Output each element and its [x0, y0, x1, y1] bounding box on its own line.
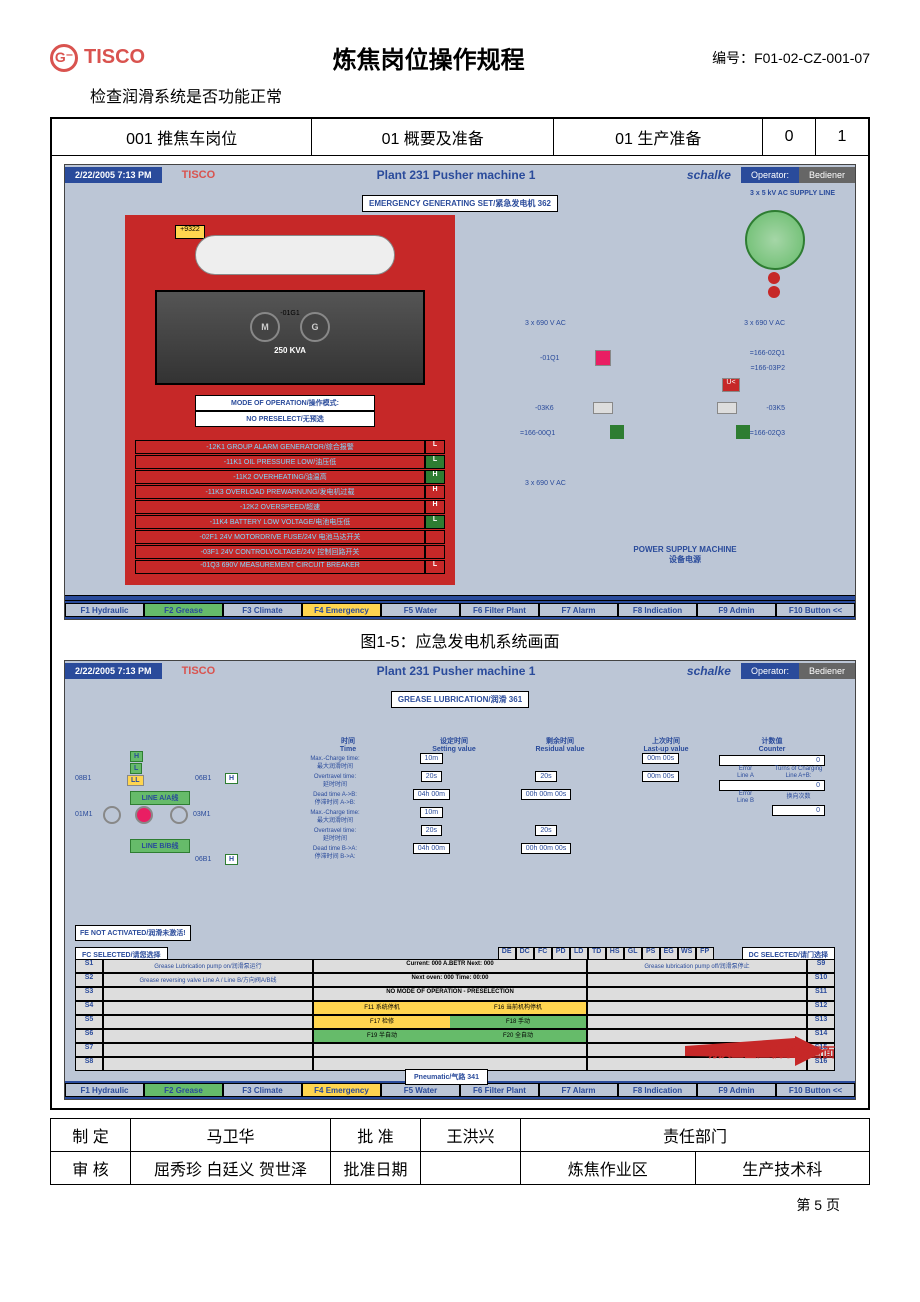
- doc-number: 编号：F01-02-CZ-001-07: [712, 48, 870, 68]
- arrow-annotation: 切换至空压机系统画面: [705, 1042, 835, 1061]
- f-button[interactable]: F5 Water: [381, 1083, 460, 1097]
- motor-m1-icon: [103, 806, 121, 824]
- function-bar: F1 HydraulicF2 GreaseF3 ClimateF4 Emerge…: [65, 601, 855, 619]
- arrow-icon: [736, 425, 750, 439]
- f-button[interactable]: F10 Button <<: [776, 1083, 855, 1097]
- f-button[interactable]: F7 Alarm: [539, 1083, 618, 1097]
- f-button[interactable]: F9 Admin: [697, 1083, 776, 1097]
- main-table: 001 推焦车岗位 01 概要及准备 01 生产准备 0 1 2/22/2005…: [50, 117, 870, 1110]
- pneumatic-link[interactable]: Pneumatic/气路 341: [405, 1069, 488, 1085]
- subtitle: 检查润滑系统是否功能正常: [90, 83, 870, 107]
- time-panel: 时间Time 设定时间Setting value 剩余时间Residual va…: [295, 736, 825, 863]
- f-button[interactable]: F7 Alarm: [539, 603, 618, 617]
- logo: G⁻ TISCO: [50, 44, 145, 72]
- f-button[interactable]: F2 Grease: [144, 1083, 223, 1097]
- cell-page: 1: [815, 118, 869, 156]
- page-number: 第 5 页: [50, 1195, 870, 1215]
- figure-caption-1: 图1-5：应急发电机系统画面: [52, 628, 868, 652]
- red-indicator-icon: [768, 272, 780, 284]
- breaker-icon[interactable]: [595, 350, 611, 366]
- electrical-diagram: 3 x 5 kV AC SUPPLY LINE 3 x 690 V AC -01…: [475, 190, 845, 570]
- f-button[interactable]: F3 Climate: [223, 1083, 302, 1097]
- screen-tisco: TISCO: [162, 166, 236, 184]
- f-button[interactable]: F4 Emergency: [302, 603, 381, 617]
- cylinder-icon: [195, 235, 395, 275]
- f-button[interactable]: F1 Hydraulic: [65, 1083, 144, 1097]
- fan-icon: [745, 210, 805, 270]
- grease-label: GREASE LUBRICATION/润滑 361: [391, 691, 529, 708]
- lubrication-diagram: H L LL 08B1 06B1 H LINE A/A线 01M1 03M1 L…: [75, 751, 285, 881]
- cell-section: 01 概要及准备: [312, 118, 554, 156]
- f-button[interactable]: F8 Indication: [618, 603, 697, 617]
- mode-box: MODE OF OPERATION/操作模式: NO PRESELECT/无预选: [195, 395, 375, 427]
- page-title: 炼焦岗位操作规程: [333, 40, 525, 75]
- motor-m2-icon: [170, 806, 188, 824]
- machine-box: -01G1 M G 250 KVA: [155, 290, 425, 385]
- kva-label: 250 KVA: [157, 346, 423, 355]
- alarm-list: -12K1 GROUP ALARM GENERATOR/综合报警L-11K1 O…: [135, 440, 445, 575]
- screen-grease-lubrication: 2/22/2005 7:13 PM TISCO Plant 231 Pusher…: [64, 660, 856, 1100]
- f-button[interactable]: F9 Admin: [697, 603, 776, 617]
- footer-table: 制 定 马卫华 批 准 王洪兴 责任部门 审 核 屈秀珍 白廷义 贺世泽 批准日…: [50, 1118, 870, 1185]
- f-button[interactable]: F5 Water: [381, 603, 460, 617]
- logo-icon: G⁻: [50, 44, 78, 72]
- cell-rev: 0: [763, 118, 816, 156]
- power-supply-label: POWER SUPPLY MACHINE设备电源: [615, 545, 755, 565]
- yellow-tag: +9322: [175, 225, 205, 239]
- screen-plant: Plant 231 Pusher machine 1: [235, 168, 677, 182]
- f-button[interactable]: F6 Filter Plant: [460, 1083, 539, 1097]
- f-button[interactable]: F4 Emergency: [302, 1083, 381, 1097]
- page-header: G⁻ TISCO 炼焦岗位操作规程 编号：F01-02-CZ-001-07: [50, 40, 870, 75]
- operator-label: Operator:: [741, 167, 799, 183]
- f-button[interactable]: F6 Filter Plant: [460, 603, 539, 617]
- f-button[interactable]: F2 Grease: [144, 603, 223, 617]
- supply-line-label: 3 x 5 kV AC SUPPLY LINE: [750, 190, 835, 197]
- fe-not-activated: FE NOT ACTIVATED/润滑未激活!: [75, 925, 191, 941]
- f-button[interactable]: F8 Indication: [618, 1083, 697, 1097]
- screen-emergency-generator: 2/22/2005 7:13 PM TISCO Plant 231 Pusher…: [64, 164, 856, 620]
- cell-subsection: 01 生产准备: [554, 118, 763, 156]
- logo-text: TISCO: [84, 46, 145, 69]
- bediener-label: Bediener: [799, 167, 855, 183]
- arrow-icon: [610, 425, 624, 439]
- f-button[interactable]: F3 Climate: [223, 603, 302, 617]
- screen-date: 2/22/2005 7:13 PM: [65, 663, 162, 679]
- pump-icon: [135, 806, 153, 824]
- f-button[interactable]: F10 Button <<: [776, 603, 855, 617]
- cell-position: 001 推焦车岗位: [51, 118, 312, 156]
- screen-date: 2/22/2005 7:13 PM: [65, 167, 162, 183]
- schalke-logo: schalke: [677, 168, 741, 182]
- generator-panel: +9322 -01G1 M G 250 KVA MODE OF OPERATIO…: [125, 215, 455, 585]
- f-button[interactable]: F1 Hydraulic: [65, 603, 144, 617]
